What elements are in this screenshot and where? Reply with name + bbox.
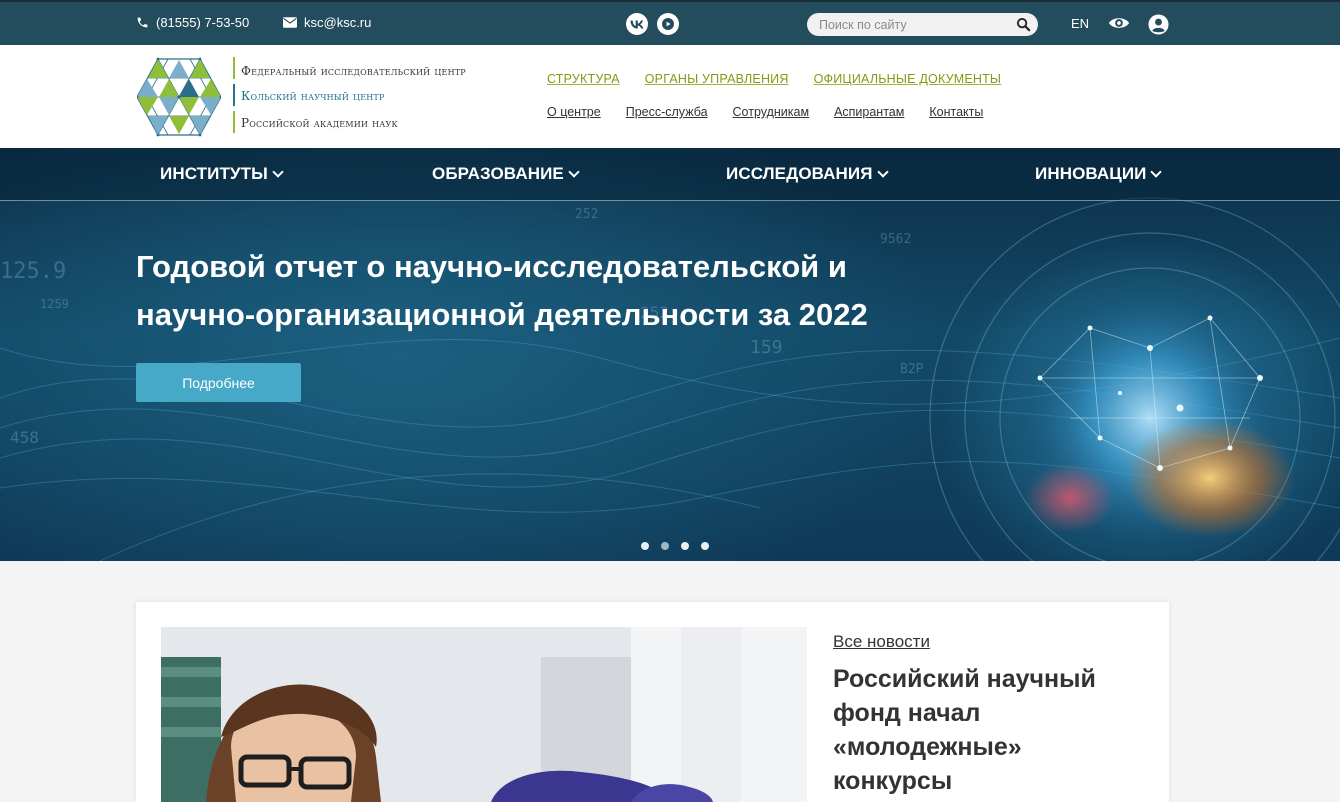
sub-menu-press[interactable]: Пресс-служба [626, 105, 708, 119]
user-icon[interactable] [1148, 14, 1169, 40]
slider-dot-2[interactable] [661, 542, 669, 550]
top-menu: СТРУКТУРА ОРГАНЫ УПРАВЛЕНИЯ ОФИЦИАЛЬНЫЕ … [547, 72, 1001, 86]
sub-menu: О центре Пресс-служба Сотрудникам Аспира… [547, 105, 983, 119]
nav-innovation[interactable]: ИННОВАЦИИ [1035, 164, 1163, 184]
logo-line-2: Кольский научный центр [241, 89, 385, 103]
hero-background-image: 125.9 458 252 252 159 B2P 9562 1259 [0, 197, 1340, 561]
chevron-down-icon [1150, 166, 1163, 178]
logo-divider [233, 57, 235, 79]
top-menu-official-documents[interactable]: ОФИЦИАЛЬНЫЕ ДОКУМЕНТЫ [814, 72, 1002, 86]
phone-icon [136, 16, 149, 29]
nav-institutes[interactable]: ИНСТИТУТЫ [160, 164, 284, 184]
language-switch[interactable]: EN [1071, 16, 1089, 31]
news-photo-image [161, 627, 807, 802]
hero-slider: 125.9 458 252 252 159 B2P 9562 1259 ИНСТ… [0, 148, 1340, 561]
chevron-down-icon [876, 166, 889, 178]
phone-number: (81555) 7-53-50 [156, 15, 250, 30]
nav-research[interactable]: ИССЛЕДОВАНИЯ [726, 164, 889, 184]
slider-dot-1[interactable] [641, 542, 649, 550]
logo-line-3: Российской академии наук [241, 116, 398, 130]
featured-news-card: Все новости Российский научный фонд нача… [136, 602, 1169, 802]
slider-dot-4[interactable] [701, 542, 709, 550]
svg-text:B2P: B2P [900, 362, 924, 377]
ksc-logo-icon[interactable] [137, 57, 221, 137]
search-icon[interactable] [1016, 17, 1031, 32]
hero-title: Годовой отчет о научно-исследовательской… [136, 243, 996, 339]
svg-text:125.9: 125.9 [0, 259, 66, 284]
svg-text:458: 458 [10, 428, 39, 447]
svg-text:1259: 1259 [40, 297, 69, 311]
news-photo[interactable] [161, 627, 807, 802]
email-contact[interactable]: ksc@ksc.ru [283, 15, 371, 30]
chevron-down-icon [568, 166, 580, 178]
nav-education-label: ОБРАЗОВАНИЕ [432, 164, 564, 183]
mail-icon [283, 17, 297, 28]
sub-menu-contacts[interactable]: Контакты [929, 105, 983, 119]
main-nav: ИНСТИТУТЫ ОБРАЗОВАНИЕ ИССЛЕДОВАНИЯ ИННОВ… [0, 148, 1340, 201]
logo-divider [233, 84, 235, 106]
hero-title-line-1: Годовой отчет о научно-исследовательской… [136, 249, 847, 284]
site-search [807, 13, 1038, 36]
news-title[interactable]: Российский научный фонд начал «молодежны… [833, 662, 1133, 798]
sub-menu-graduate[interactable]: Аспирантам [834, 105, 904, 119]
nav-innovation-label: ИННОВАЦИИ [1035, 164, 1147, 183]
sub-menu-about[interactable]: О центре [547, 105, 601, 119]
slider-dot-3[interactable] [681, 542, 689, 550]
eye-icon[interactable] [1108, 15, 1130, 36]
chevron-down-icon [272, 166, 284, 178]
more-button[interactable]: Подробнее [136, 363, 301, 402]
vk-icon[interactable] [626, 13, 648, 35]
slider-dots [641, 542, 709, 550]
phone-contact[interactable]: (81555) 7-53-50 [136, 15, 249, 30]
search-input[interactable] [819, 13, 1009, 36]
top-menu-governance[interactable]: ОРГАНЫ УПРАВЛЕНИЯ [645, 72, 789, 86]
logo-line-1: Федеральный исследовательский центр [241, 64, 466, 78]
logo-divider [233, 111, 235, 133]
all-news-link[interactable]: Все новости [833, 632, 930, 652]
svg-text:159: 159 [750, 337, 783, 358]
sub-menu-staff[interactable]: Сотрудникам [733, 105, 810, 119]
nav-research-label: ИССЛЕДОВАНИЯ [726, 164, 873, 183]
top-bar: (81555) 7-53-50 ksc@ksc.ru EN [0, 0, 1340, 45]
youtube-icon[interactable] [657, 13, 679, 35]
nav-education[interactable]: ОБРАЗОВАНИЕ [432, 164, 580, 184]
email-address: ksc@ksc.ru [304, 15, 372, 30]
svg-text:252: 252 [575, 207, 598, 222]
nav-institutes-label: ИНСТИТУТЫ [160, 164, 268, 183]
top-menu-structure[interactable]: СТРУКТУРА [547, 72, 620, 86]
hero-title-line-2: научно-организационной деятельности за 2… [136, 297, 868, 332]
site-header: Федеральный исследовательский центр Коль… [0, 45, 1340, 148]
